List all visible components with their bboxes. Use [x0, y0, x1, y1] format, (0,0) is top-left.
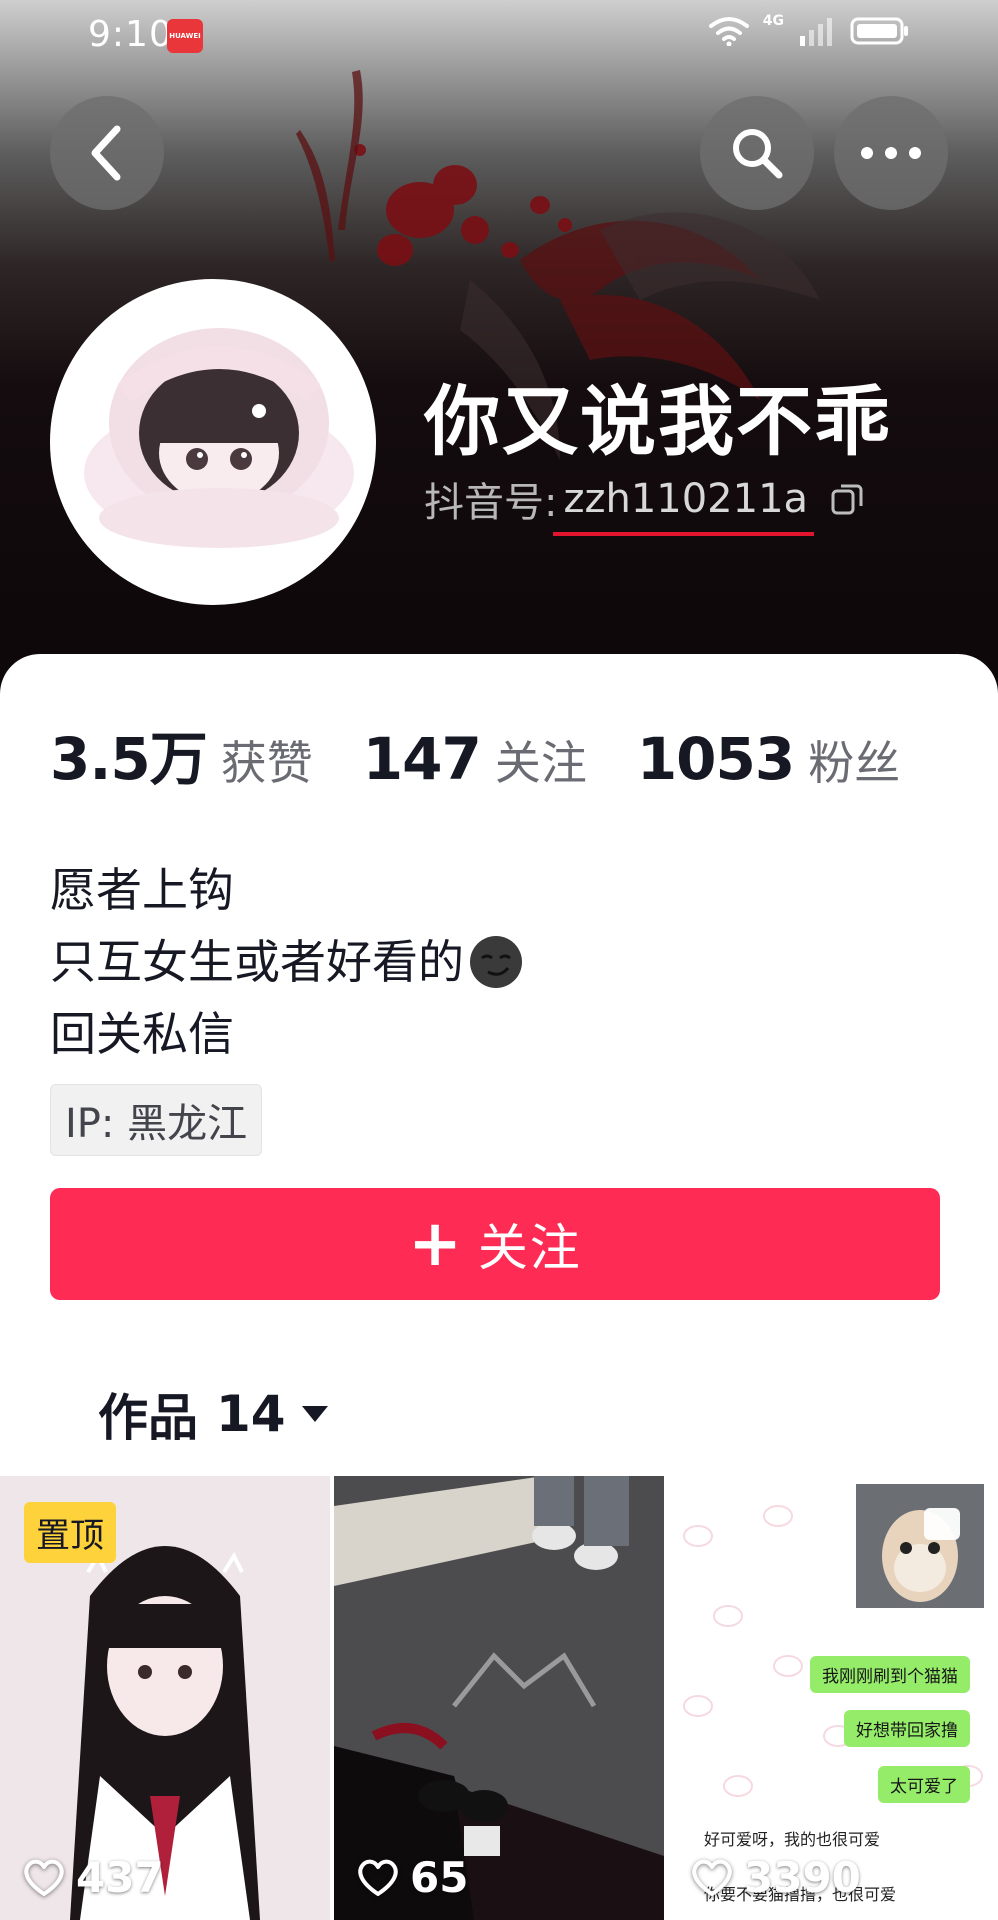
status-indicators: 4G	[708, 13, 910, 46]
stat-following[interactable]: 147 关注	[363, 725, 587, 793]
avatar[interactable]	[50, 279, 376, 605]
bio-line: 愿者上钩	[50, 863, 234, 917]
heart-outline-icon	[692, 1859, 732, 1896]
profile-banner: 9:10 HUAWEI 4G 你又说我不乖 抖音号: zzh110211a	[0, 0, 998, 700]
chat-bubble: 我刚刚刷到个猫猫	[810, 1656, 970, 1693]
likes-count: 3390	[744, 1853, 861, 1902]
heart-outline-icon	[358, 1859, 398, 1896]
video-tile[interactable]: 65	[334, 1476, 664, 1920]
search-button[interactable]	[700, 96, 814, 210]
stat-label: 关注	[494, 736, 587, 790]
douyin-id-value: zzh110211a	[553, 476, 814, 536]
video-tile[interactable]: 我刚刚刷到个猫猫 好想带回家撸 太可爱了 好可爱呀，我的也很可爱 你要不要猫撸撸…	[668, 1476, 998, 1920]
chat-reply-text: 好可爱呀，我的也很可爱	[704, 1830, 881, 1849]
likes-count: 437	[76, 1853, 164, 1902]
likes-count: 65	[410, 1853, 469, 1902]
wifi-icon	[708, 17, 749, 46]
more-dots-icon	[861, 147, 921, 159]
search-icon	[733, 129, 783, 179]
profile-info-sheet: 3.5万 获赞 147 关注 1053 粉丝 愿者上钩 只互女生或者好看的 回关…	[0, 654, 998, 1474]
profile-page: 9:10 HUAWEI 4G 你又说我不乖 抖音号: zzh110211a 3.…	[0, 0, 998, 1920]
stat-value: 1053	[636, 725, 795, 793]
profile-bio: 愿者上钩 只互女生或者好看的 回关私信	[50, 854, 524, 1070]
status-time: 9:10	[88, 14, 173, 55]
video-likes: 65	[356, 1853, 468, 1902]
chat-bubble: 好想带回家撸	[844, 1710, 970, 1747]
profile-nickname: 你又说我不乖	[424, 377, 892, 466]
smirk-emoji-icon	[470, 936, 522, 988]
works-tab-count: 14	[216, 1385, 286, 1443]
stat-followers[interactable]: 1053 粉丝	[637, 725, 900, 793]
caret-down-icon	[300, 1404, 330, 1424]
stat-value: 3.5万	[50, 725, 208, 793]
chevron-left-icon	[91, 125, 121, 181]
stat-label: 获赞	[220, 736, 313, 790]
status-bar: 9:10 HUAWEI 4G	[0, 0, 998, 72]
heart-outline-icon	[24, 1859, 64, 1896]
stat-likes[interactable]: 3.5万 获赞	[50, 712, 313, 796]
bio-line: 回关私信	[50, 1007, 234, 1061]
copy-icon	[831, 484, 863, 515]
video-grid: 置顶 437 65 我刚刚刷到个猫猫 好想带回家撸 太可爱了 好可爱呀，我的也很…	[0, 1476, 998, 1920]
tab-works[interactable]: 作品 14	[98, 1378, 330, 1450]
bio-line: 只互女生或者好看的	[50, 926, 524, 998]
ip-location-tag: IP: 黑龙江	[50, 1084, 263, 1156]
bio-line-text: 只互女生或者好看的	[50, 935, 464, 989]
copy-id-button[interactable]	[830, 482, 864, 516]
follow-button-label: 关注	[477, 1219, 582, 1277]
works-tab-label: 作品	[98, 1389, 198, 1447]
video-likes: 437	[22, 1853, 164, 1902]
more-button[interactable]	[834, 96, 948, 210]
douyin-id-label: 抖音号:	[424, 480, 558, 526]
douyin-id-row: 抖音号: zzh110211a	[424, 470, 864, 536]
back-button[interactable]	[50, 96, 164, 210]
plus-icon: +	[408, 1207, 464, 1281]
stat-value: 147	[362, 725, 482, 793]
video-tile[interactable]: 置顶 437	[0, 1476, 330, 1920]
follow-button[interactable]: + 关注	[50, 1188, 940, 1300]
chat-bubble: 太可爱了	[878, 1766, 970, 1803]
signal-icon	[800, 18, 832, 46]
huawei-app-badge: HUAWEI	[167, 19, 203, 53]
pinned-badge: 置顶	[24, 1502, 116, 1563]
avatar-illustration	[54, 283, 372, 601]
battery-icon	[850, 17, 908, 45]
network-type-label: 4G	[762, 13, 784, 29]
video-likes: 3390	[690, 1853, 861, 1902]
stat-label: 粉丝	[808, 736, 901, 790]
profile-stats: 3.5万 获赞 147 关注 1053 粉丝	[50, 712, 950, 796]
